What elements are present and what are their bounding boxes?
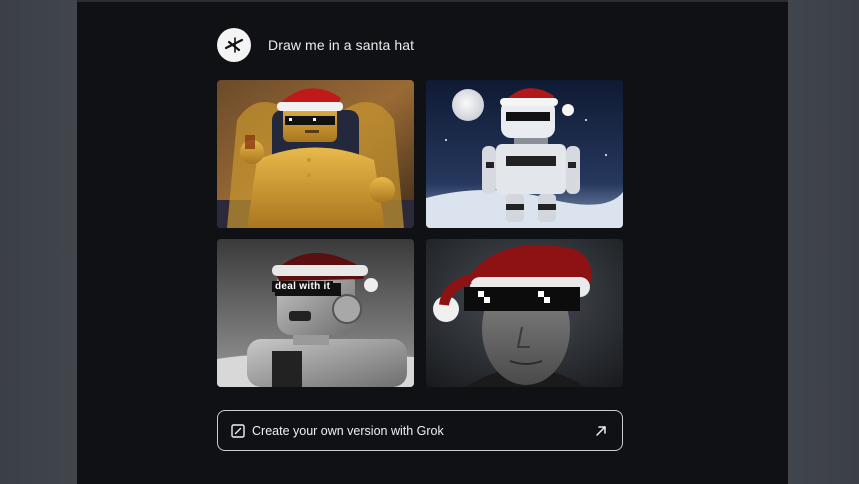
prompt-header: Draw me in a santa hat	[217, 28, 414, 62]
image-white-robot[interactable]	[426, 80, 623, 228]
arrow-up-right-icon	[594, 424, 608, 438]
create-own-version-button[interactable]: Create your own version with Grok	[217, 410, 623, 451]
prompt-text: Draw me in a santa hat	[268, 37, 415, 53]
image-man-santa-hat[interactable]	[426, 239, 623, 387]
left-backdrop	[0, 0, 77, 484]
image-golden-robot[interactable]	[217, 80, 414, 228]
create-own-version-label: Create your own version with Grok	[252, 423, 444, 438]
edit-square-icon	[231, 423, 245, 438]
grok-logo-icon	[217, 28, 251, 62]
overlay-caption: deal with it	[272, 281, 334, 292]
image-robot-deal-with-it[interactable]	[217, 239, 414, 387]
right-backdrop	[788, 0, 859, 484]
